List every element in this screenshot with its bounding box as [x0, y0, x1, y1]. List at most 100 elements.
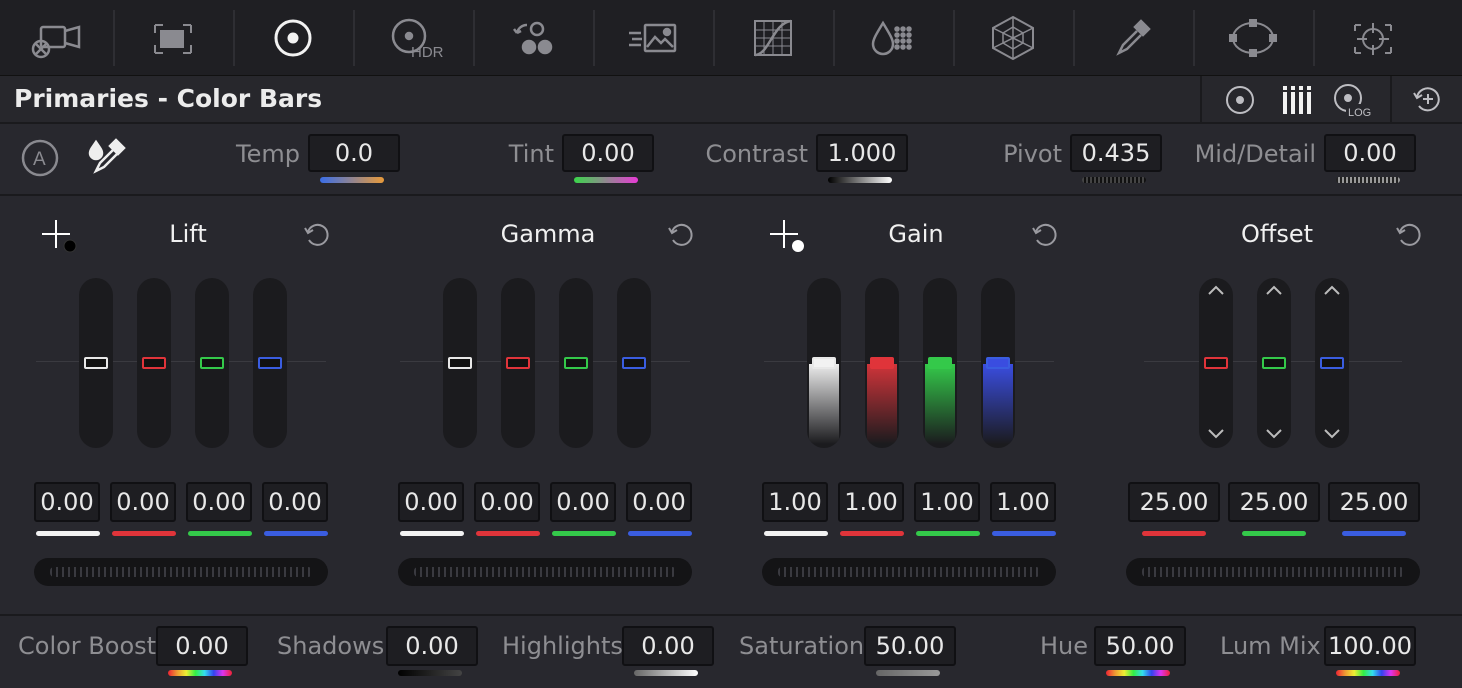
eyedropper-tool[interactable]	[1073, 0, 1193, 76]
saturation-label: Saturation	[739, 632, 865, 660]
palette-toolbar: HDR	[0, 0, 1462, 76]
color-match-tool[interactable]	[113, 0, 233, 76]
mid-detail-field[interactable]: 0.00	[1324, 134, 1416, 172]
slider-handle[interactable]	[506, 357, 530, 369]
pivot-field[interactable]: 0.435	[1070, 134, 1162, 172]
gamma-reset-icon[interactable]	[666, 220, 696, 250]
gain-value-r[interactable]: 1.00	[838, 482, 904, 522]
offset-value-b[interactable]: 25.00	[1328, 482, 1420, 522]
chevron-up-icon[interactable]	[1199, 282, 1233, 298]
gamma-slider-g[interactable]	[559, 278, 593, 448]
gamma-slider-y[interactable]	[443, 278, 477, 448]
lum-mix-bar	[1336, 670, 1400, 676]
slider-handle[interactable]	[1262, 357, 1286, 369]
gamma-value-r[interactable]: 0.00	[474, 482, 540, 522]
color-warper-tool[interactable]	[833, 0, 953, 76]
gain-picker-icon[interactable]	[768, 218, 808, 258]
slider-handle[interactable]	[142, 357, 166, 369]
lift-value-y[interactable]: 0.00	[34, 482, 100, 522]
slider-handle[interactable]	[258, 357, 282, 369]
color-warper-icon	[871, 20, 912, 56]
slider-handle[interactable]	[1204, 357, 1228, 369]
bars-mode-icon	[1283, 86, 1311, 114]
offset-master-jog[interactable]	[1126, 558, 1420, 586]
lift-slider-b[interactable]	[253, 278, 287, 448]
slider-handle[interactable]	[448, 357, 472, 369]
gamma-slider-r[interactable]	[501, 278, 535, 448]
gamma-slider-b[interactable]	[617, 278, 651, 448]
lift-slider-r[interactable]	[137, 278, 171, 448]
rgb-mixer-tool[interactable]	[473, 0, 593, 76]
chevron-up-icon[interactable]	[1315, 282, 1349, 298]
lift-master-jog[interactable]	[34, 558, 328, 586]
lift-value-g[interactable]: 0.00	[186, 482, 252, 522]
gain-value-b[interactable]: 1.00	[990, 482, 1056, 522]
offset-reset-icon[interactable]	[1394, 220, 1424, 250]
auto-balance-icon[interactable]: A	[20, 138, 60, 178]
temp-field[interactable]: 0.0	[308, 134, 400, 172]
color-wheels-tool[interactable]	[233, 0, 353, 76]
qualifier-tool[interactable]	[953, 0, 1073, 76]
hdr-wheels-tool[interactable]: HDR	[353, 0, 473, 76]
lift-value-r[interactable]: 0.00	[110, 482, 176, 522]
mid-detail-bar	[1336, 177, 1400, 183]
lift-slider-g[interactable]	[195, 278, 229, 448]
chevron-down-icon[interactable]	[1199, 426, 1233, 442]
gain-value-y[interactable]: 1.00	[762, 482, 828, 522]
lift-picker-icon[interactable]	[40, 218, 80, 258]
mode-bars-button[interactable]	[1276, 80, 1316, 120]
gain-master-jog[interactable]	[762, 558, 1056, 586]
color-boost-field[interactable]: 0.00	[156, 626, 248, 666]
offset-slider-b[interactable]	[1315, 278, 1349, 448]
shadows-label: Shadows	[277, 632, 385, 660]
contrast-field[interactable]: 1.000	[816, 134, 908, 172]
slider-handle[interactable]	[812, 357, 836, 369]
lift-reset-icon[interactable]	[302, 220, 332, 250]
lum-mix-field[interactable]: 100.00	[1324, 626, 1416, 666]
shadows-field[interactable]: 0.00	[386, 626, 478, 666]
gamma-value-g[interactable]: 0.00	[550, 482, 616, 522]
gamma-value-y[interactable]: 0.00	[398, 482, 464, 522]
curves-icon	[754, 19, 792, 57]
gain-slider-r[interactable]	[865, 278, 899, 448]
saturation-field[interactable]: 50.00	[864, 626, 956, 666]
slider-handle[interactable]	[928, 357, 952, 369]
offset-bar-green	[1242, 531, 1306, 536]
mode-wheels-button[interactable]	[1220, 80, 1260, 120]
hdr-wheels-icon: HDR	[391, 18, 443, 61]
gain-reset-icon[interactable]	[1030, 220, 1060, 250]
motion-effects-tool[interactable]	[593, 0, 713, 76]
slider-handle[interactable]	[986, 357, 1010, 369]
slider-handle[interactable]	[84, 357, 108, 369]
offset-slider-g[interactable]	[1257, 278, 1291, 448]
highlights-field[interactable]: 0.00	[622, 626, 714, 666]
gain-value-g[interactable]: 1.00	[914, 482, 980, 522]
window-tool[interactable]	[1193, 0, 1313, 76]
mode-log-button[interactable]: LOG	[1332, 80, 1372, 120]
chevron-up-icon[interactable]	[1257, 282, 1291, 298]
hue-field[interactable]: 50.00	[1094, 626, 1186, 666]
gamma-master-jog[interactable]	[398, 558, 692, 586]
gamma-value-b[interactable]: 0.00	[626, 482, 692, 522]
gain-slider-g[interactable]	[923, 278, 957, 448]
slider-handle[interactable]	[564, 357, 588, 369]
chevron-down-icon[interactable]	[1257, 426, 1291, 442]
offset-value-g[interactable]: 25.00	[1228, 482, 1320, 522]
curves-tool[interactable]	[713, 0, 833, 76]
gain-slider-y[interactable]	[807, 278, 841, 448]
tracker-tool[interactable]	[1313, 0, 1433, 76]
white-balance-picker-icon[interactable]	[86, 136, 128, 178]
slider-handle[interactable]	[870, 357, 894, 369]
offset-slider-r[interactable]	[1199, 278, 1233, 448]
slider-handle[interactable]	[200, 357, 224, 369]
offset-value-r[interactable]: 25.00	[1128, 482, 1220, 522]
tint-field[interactable]: 0.00	[562, 134, 654, 172]
slider-handle[interactable]	[1320, 357, 1344, 369]
gain-slider-b[interactable]	[981, 278, 1015, 448]
camera-raw-tool[interactable]	[0, 0, 113, 76]
lift-value-b[interactable]: 0.00	[262, 482, 328, 522]
slider-handle[interactable]	[622, 357, 646, 369]
chevron-down-icon[interactable]	[1315, 426, 1349, 442]
lift-slider-y[interactable]	[79, 278, 113, 448]
reset-all-button[interactable]	[1390, 76, 1462, 122]
